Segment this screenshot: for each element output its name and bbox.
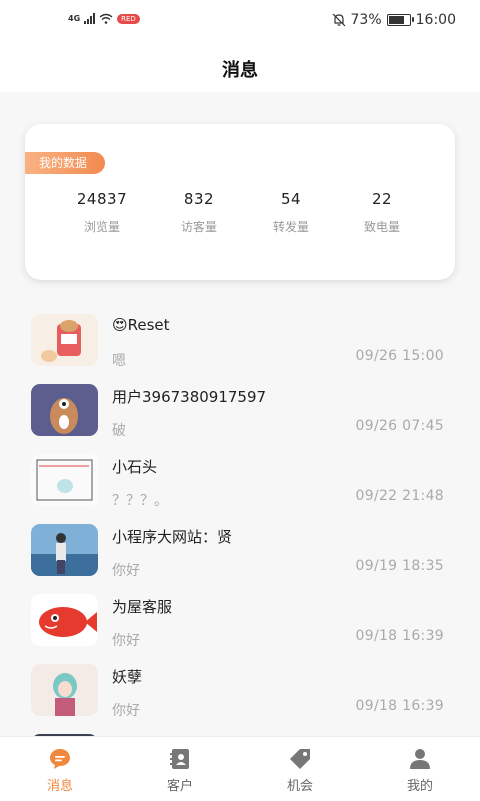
stat-label: 浏览量: [83, 220, 120, 234]
stat-views[interactable]: 24837 浏览量: [52, 190, 152, 235]
clock: 16:00: [415, 12, 456, 28]
page-title: 消息: [222, 60, 258, 81]
nav-me[interactable]: 我的: [360, 737, 480, 801]
contact-name: 为屋客服: [112, 598, 173, 616]
signal-icon: [84, 13, 96, 24]
message-time: 09/19 18:35: [355, 558, 444, 574]
message-time: 09/26 07:45: [355, 418, 444, 434]
nav-label: 我的: [406, 779, 433, 794]
message-time: 09/18 16:39: [355, 628, 444, 644]
status-bar: 4G RED 73% 16:00: [0, 0, 480, 42]
contact-name: 😍Reset: [112, 316, 170, 334]
message-item[interactable]: 用户3967380917597 破 09/26 07:45: [0, 376, 480, 444]
last-message: 破: [112, 423, 126, 439]
nav-messages[interactable]: 消息: [0, 737, 120, 801]
message-item[interactable]: 小石头 ？？？。 09/22 21:48: [0, 446, 480, 514]
nav-customers[interactable]: 客户: [120, 737, 240, 801]
photo-person-avatar: [31, 524, 98, 576]
wifi-icon: [99, 13, 113, 24]
message-item[interactable]: 为屋客服 你好 09/18 16:39: [0, 586, 480, 654]
last-message: 你好: [112, 703, 140, 719]
stat-visitors[interactable]: 832 访客量: [149, 190, 249, 235]
stat-calls[interactable]: 22 致电量: [332, 190, 432, 235]
status-right: 73% 16:00: [332, 12, 456, 28]
bell-muted-icon: [332, 13, 345, 27]
anime-girl-avatar: [31, 664, 98, 716]
stat-value: 22: [371, 190, 393, 208]
nav-opportunities[interactable]: 机会: [240, 737, 360, 801]
purple-monster-avatar: [31, 384, 98, 436]
contact-name: 小程序大网站：贤: [112, 528, 233, 546]
last-message: 你好: [112, 633, 140, 649]
nav-label: 机会: [286, 779, 313, 794]
stat-label: 访客量: [180, 220, 217, 234]
battery-icon: [386, 14, 414, 26]
my-data-tag: 我的数据: [25, 152, 105, 174]
red-fish-avatar: [31, 594, 98, 646]
message-time: 09/18 16:39: [355, 698, 444, 714]
network-type: 4G: [68, 13, 81, 23]
user-icon: [410, 749, 430, 769]
stat-value: 832: [183, 190, 215, 208]
message-item[interactable]: 妖孽 你好 09/18 16:39: [0, 656, 480, 724]
stat-label: 转发量: [272, 220, 309, 234]
nav-label: 消息: [46, 779, 73, 794]
message-item[interactable]: 小程序大网站：贤 你好 09/19 18:35: [0, 516, 480, 584]
battery-percent: 73%: [350, 12, 382, 28]
chat-icon: [50, 749, 70, 769]
message-time: 09/26 15:00: [355, 348, 444, 364]
bottom-nav: 消息 客户 机会 我的: [0, 736, 480, 801]
message-item[interactable]: 😍Reset 嗯 09/26 15:00: [0, 306, 480, 374]
tag-icon: [290, 749, 310, 769]
nav-label: 客户: [166, 779, 193, 794]
status-left: 4G RED: [68, 13, 140, 24]
my-data-card: 我的数据 24837 浏览量 832 访客量 54 转发量 22 致电量: [25, 124, 455, 280]
header: 消息: [0, 42, 480, 92]
contact-name: 小石头: [112, 458, 158, 476]
message-time: 09/22 21:48: [355, 488, 444, 504]
contact-name: 用户3967380917597: [112, 388, 267, 406]
last-message: ？？？。: [112, 493, 168, 509]
notification-badge: RED: [117, 13, 140, 24]
stat-shares[interactable]: 54 转发量: [241, 190, 341, 235]
contact-name: 妖孽: [112, 668, 143, 686]
stat-value: 24837: [76, 190, 128, 208]
sketch-avatar: [31, 454, 98, 506]
cartoon-drink-avatar: [31, 314, 98, 366]
last-message: 嗯: [112, 353, 126, 369]
stat-value: 54: [280, 190, 302, 208]
stat-label: 致电量: [363, 220, 400, 234]
contacts-icon: [170, 749, 189, 769]
last-message: 你好: [112, 563, 140, 579]
